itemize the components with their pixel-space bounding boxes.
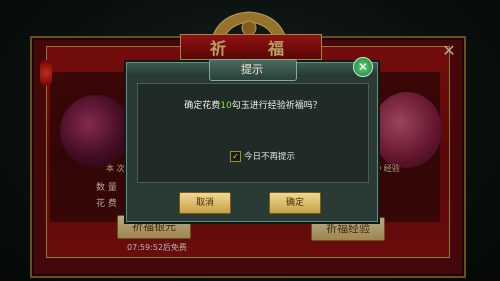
dialog-message: 确定花费10勾玉进行经验祈福吗？ bbox=[138, 98, 368, 111]
cancel-button[interactable]: 取消 bbox=[179, 192, 231, 214]
message-prefix: 确定花费 bbox=[184, 101, 221, 111]
check-icon[interactable]: ✓ bbox=[230, 151, 241, 162]
close-icon[interactable]: ✕ bbox=[353, 57, 373, 77]
dialog-body: 确定花费10勾玉进行经验祈福吗？ ✓ 今日不再提示 bbox=[137, 83, 369, 183]
confirm-button[interactable]: 确定 bbox=[269, 192, 321, 214]
message-amount: 10 bbox=[220, 101, 232, 111]
dont-show-today-row[interactable]: ✓ 今日不再提示 bbox=[230, 150, 295, 162]
game-screen: 祈 福 ✕ 本 次 数 量 花 费 20 经验 祈福银元 祈福经验 07:59:… bbox=[0, 0, 500, 281]
message-suffix: 勾玉进行经验祈福吗？ bbox=[231, 101, 322, 111]
dont-show-today-label: 今日不再提示 bbox=[244, 152, 296, 162]
confirm-dialog: 提示 ✕ 确定花费10勾玉进行经验祈福吗？ ✓ 今日不再提示 取消 确定 bbox=[126, 57, 378, 222]
dialog-title: 提示 bbox=[241, 63, 263, 76]
